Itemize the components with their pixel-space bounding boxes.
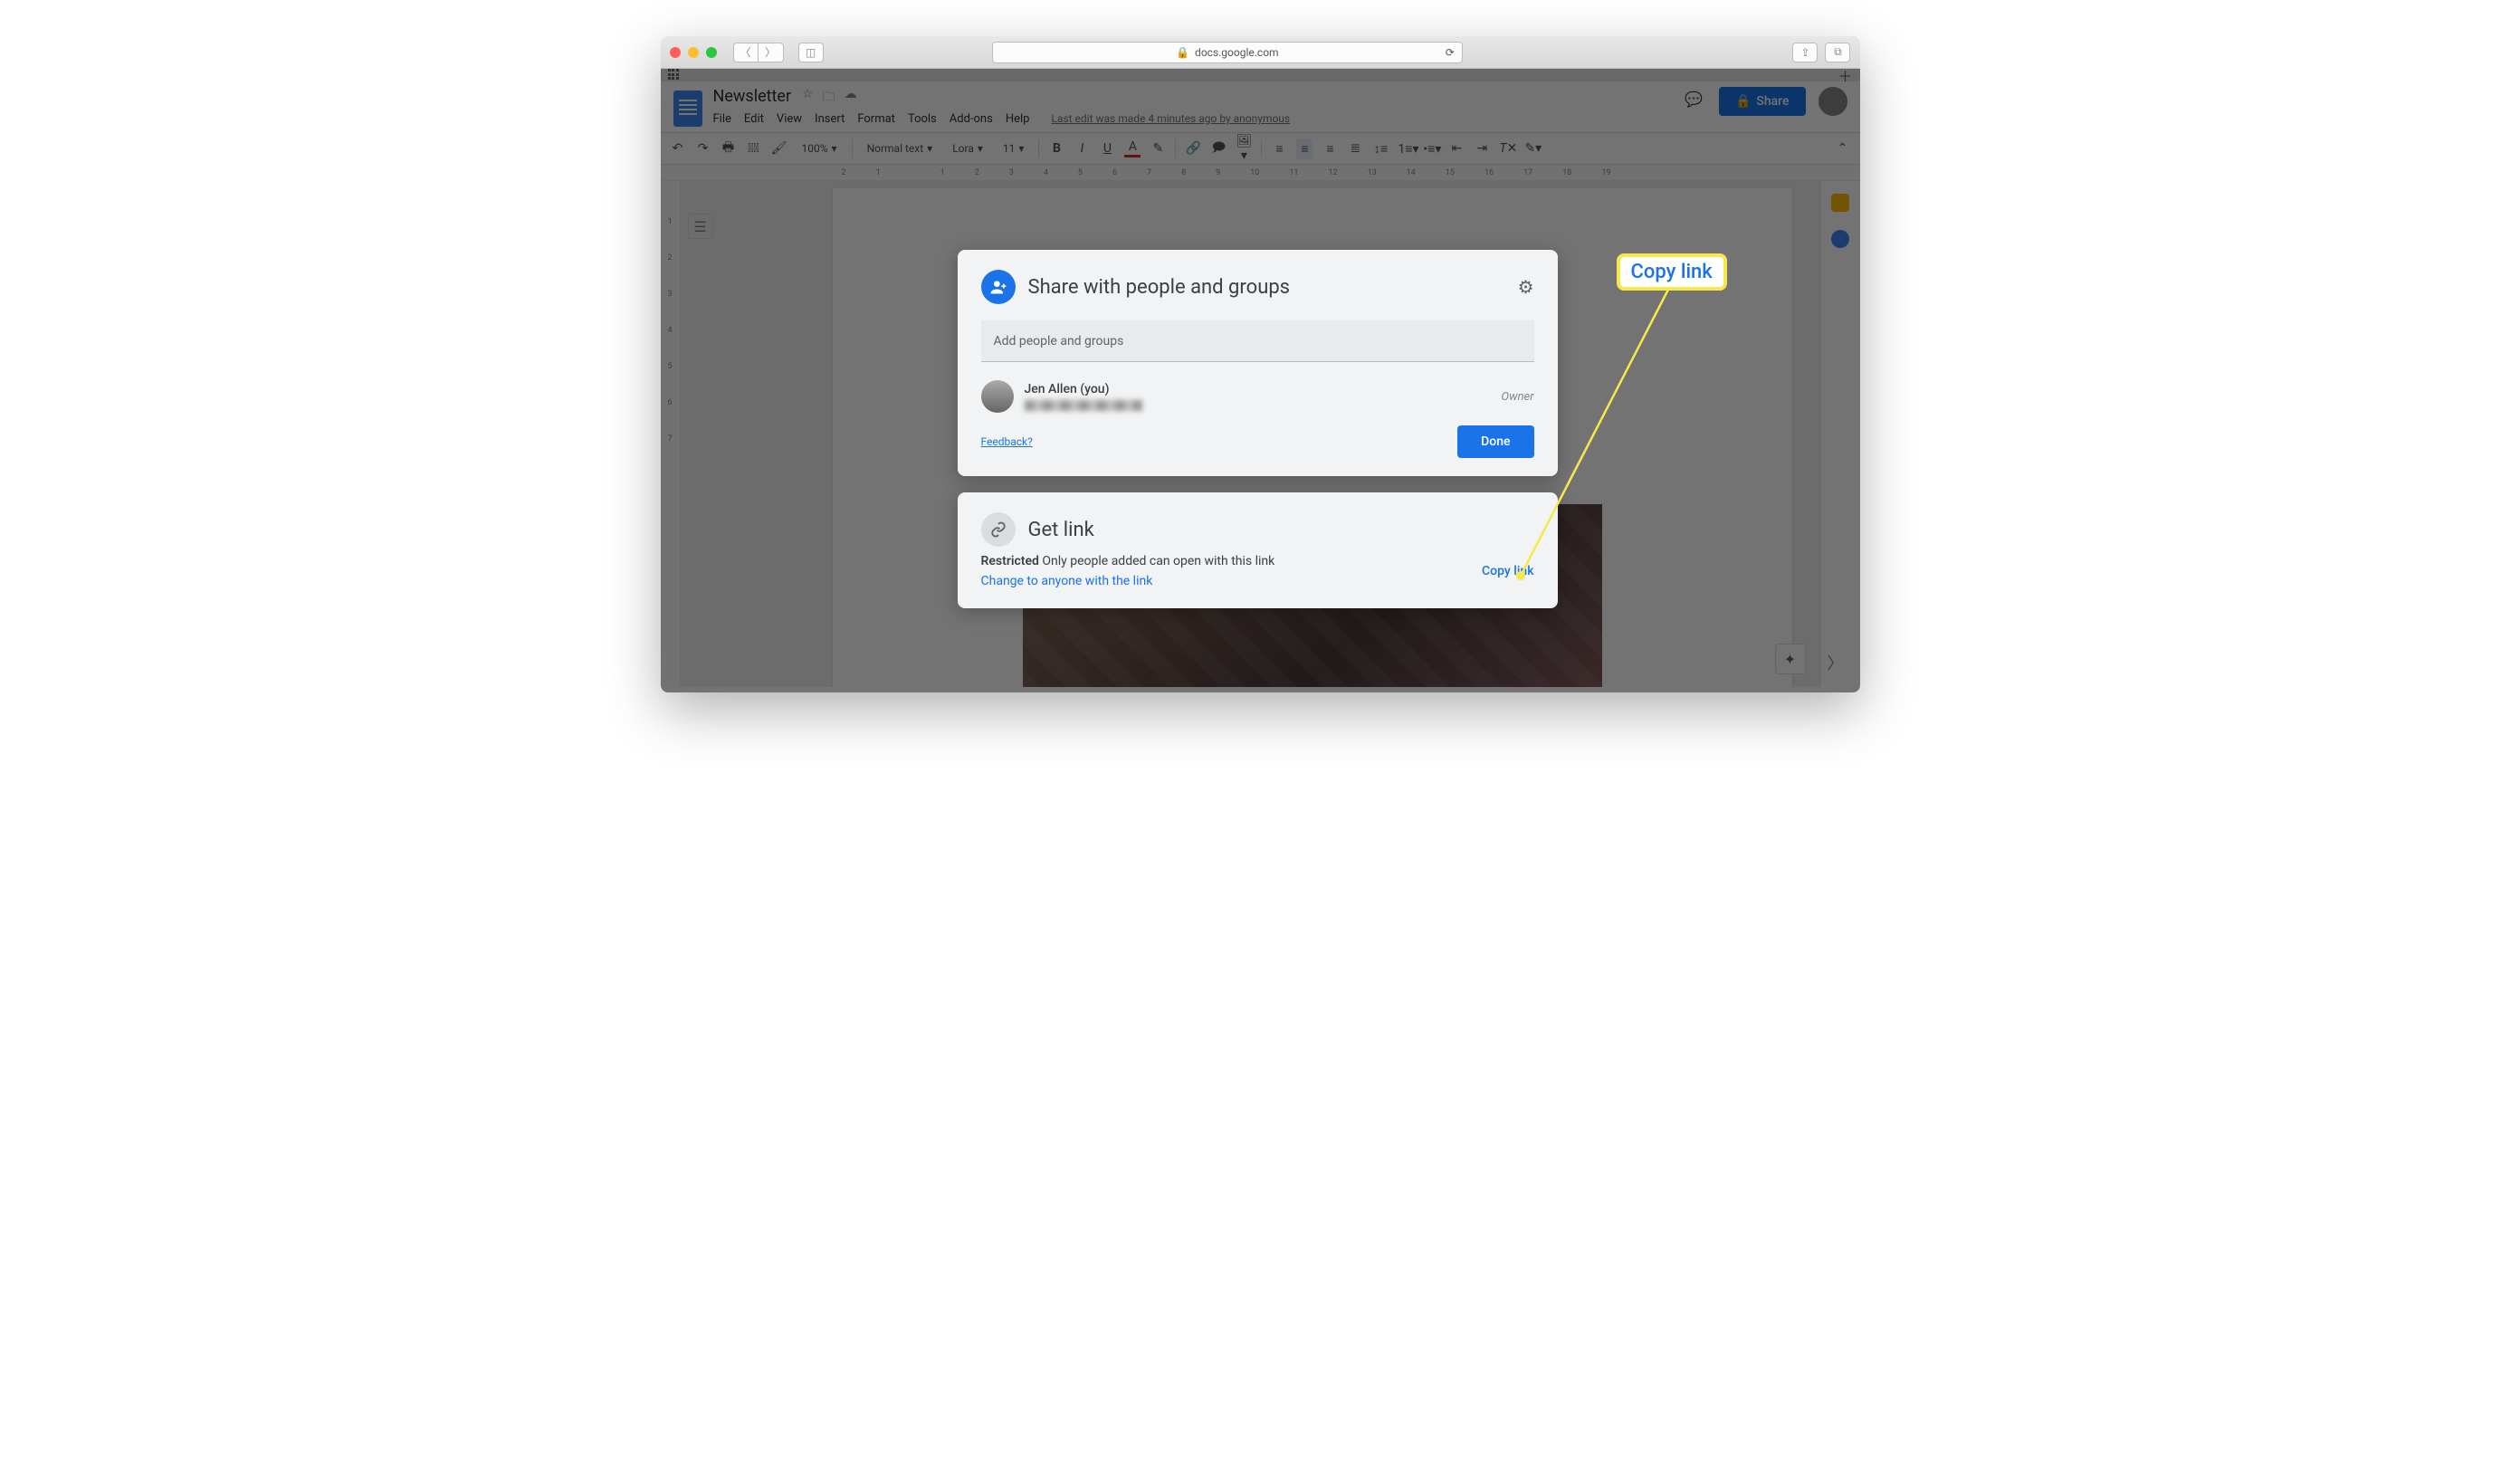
close-window-button[interactable]: [670, 47, 681, 58]
sidebar-button[interactable]: ◫: [798, 43, 824, 62]
link-restricted-desc: Only people added can open with this lin…: [1039, 554, 1274, 568]
person-row: Jen Allen (you) Owner: [981, 375, 1534, 425]
add-people-input[interactable]: Add people and groups: [981, 320, 1534, 362]
forward-button[interactable]: 〉: [759, 43, 784, 62]
share-dialog-title: Share with people and groups: [1028, 276, 1291, 299]
get-link-title: Get link: [1028, 519, 1094, 541]
lock-icon: 🔒: [1176, 46, 1189, 59]
person-role: Owner: [1501, 390, 1533, 404]
tabs-button[interactable]: ⧉: [1825, 43, 1850, 62]
person-name: Jen Allen (you): [1025, 382, 1142, 396]
share-sheet-button[interactable]: ⇪: [1792, 43, 1818, 62]
share-dialog: Share with people and groups ⚙ Add peopl…: [958, 250, 1558, 476]
annotation-callout: Copy link: [1617, 253, 1727, 291]
browser-titlebar: 〈 〉 ◫ 🔒 docs.google.com ⟳ ⇪ ⧉: [661, 36, 1860, 69]
reload-icon[interactable]: ⟳: [1446, 46, 1455, 59]
traffic-lights: [670, 47, 717, 58]
link-icon: [981, 512, 1016, 547]
docs-app: ＋ Newsletter ☆ 🗀 ☁ File Edit View Insert…: [661, 69, 1860, 692]
nav-buttons: 〈 〉: [733, 43, 784, 62]
feedback-link[interactable]: Feedback?: [981, 435, 1033, 448]
person-email-redacted: [1025, 400, 1142, 411]
add-people-placeholder: Add people and groups: [994, 334, 1124, 348]
safari-window: 〈 〉 ◫ 🔒 docs.google.com ⟳ ⇪ ⧉ ＋ Newslett…: [661, 36, 1860, 692]
zoom-window-button[interactable]: [706, 47, 717, 58]
done-button[interactable]: Done: [1457, 425, 1533, 458]
copy-link-button[interactable]: Copy link: [1482, 564, 1533, 578]
back-button[interactable]: 〈: [733, 43, 759, 62]
change-access-link[interactable]: Change to anyone with the link: [981, 574, 1475, 588]
settings-gear-icon[interactable]: ⚙: [1518, 276, 1534, 298]
address-bar[interactable]: 🔒 docs.google.com ⟳: [992, 42, 1463, 63]
url-host: docs.google.com: [1195, 46, 1279, 59]
get-link-dialog: Get link Restricted Only people added ca…: [958, 492, 1558, 608]
link-restricted-label: Restricted: [981, 554, 1039, 568]
minimize-window-button[interactable]: [688, 47, 699, 58]
person-avatar: [981, 380, 1014, 413]
right-chrome: ⇪ ⧉: [1792, 43, 1850, 62]
person-add-icon: [981, 270, 1016, 304]
